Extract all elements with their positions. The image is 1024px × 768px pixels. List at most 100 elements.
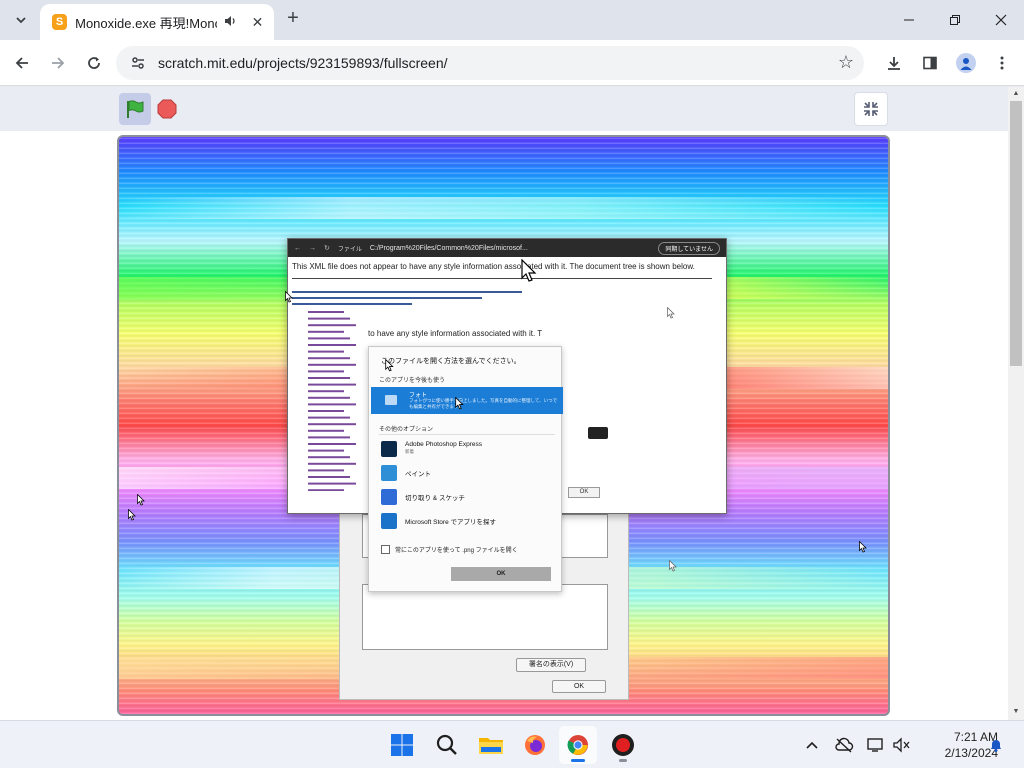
bookmark-star-icon[interactable]: ☆ xyxy=(838,52,854,73)
download-button[interactable] xyxy=(880,49,908,77)
file-explorer-button[interactable] xyxy=(472,726,510,764)
reload-icon[interactable]: ↻ xyxy=(324,244,330,252)
xml-code-line xyxy=(308,377,350,379)
stop-icon xyxy=(157,99,177,119)
app-option-store[interactable]: Microsoft Store でアプリを探す xyxy=(379,511,559,531)
green-flag-button[interactable] xyxy=(119,93,151,125)
project-stage[interactable]: 署名の表示(V) OK ← → ↻ ファイル C:/Program%20File… xyxy=(117,135,890,716)
scroll-down-icon[interactable]: ▼ xyxy=(1012,708,1020,716)
restore-button[interactable] xyxy=(932,0,978,40)
chevron-up-icon[interactable] xyxy=(802,735,822,755)
xml-code-line xyxy=(308,482,356,485)
menu-button[interactable] xyxy=(988,49,1016,77)
close-window-button[interactable] xyxy=(978,0,1024,40)
microsoft-store-icon xyxy=(381,513,397,529)
close-icon xyxy=(995,14,1007,26)
tab-strip: S Monoxide.exe 再現!Monox ✕ + xyxy=(0,0,1024,40)
app-option-photoshop-express[interactable]: Adobe Photoshop Express 新着 xyxy=(379,439,559,459)
always-use-checkbox[interactable] xyxy=(381,545,390,554)
person-icon xyxy=(960,58,972,70)
avatar xyxy=(956,53,976,73)
side-panel-button[interactable] xyxy=(916,49,944,77)
active-indicator xyxy=(571,759,585,762)
display-icon[interactable] xyxy=(866,735,886,755)
app-name: Adobe Photoshop Express xyxy=(405,441,482,448)
selected-app-photos[interactable]: フォト フォトがつに使い勝手が向上しました。写真を自動的に整理して、いつでも編集… xyxy=(371,387,563,414)
app-description: 新着 xyxy=(405,449,414,454)
exit-fullscreen-button[interactable] xyxy=(854,92,888,126)
xml-code-line xyxy=(308,416,350,419)
scratch-fullscreen-page: 署名の表示(V) OK ← → ↻ ファイル C:/Program%20File… xyxy=(0,87,1008,720)
xml-code-line xyxy=(308,317,350,320)
always-use-label: 常にこのアプリを使って .png ファイルを開く xyxy=(395,548,518,554)
cloud-offline-icon[interactable] xyxy=(834,735,854,755)
app-name: Microsoft Store でアプリを探す xyxy=(405,519,497,526)
scrollbar-thumb[interactable] xyxy=(1010,101,1022,366)
xml-code-line xyxy=(308,469,344,472)
forward-button[interactable] xyxy=(44,49,72,77)
xml-code-line xyxy=(308,476,350,478)
speaker-muted-icon[interactable] xyxy=(892,735,912,755)
scroll-up-icon[interactable]: ▲ xyxy=(1012,90,1020,98)
page-scrollbar[interactable]: ▲ ▼ xyxy=(1008,87,1024,720)
xml-notice: This XML file does not appear to have an… xyxy=(292,262,695,271)
app-name: ペイント xyxy=(405,471,431,478)
xml-notice-repeat: to have any style information associated… xyxy=(368,329,543,338)
minimize-button[interactable] xyxy=(886,0,932,40)
tab-close-icon[interactable]: ✕ xyxy=(249,14,266,31)
forward-arrow-icon xyxy=(52,57,65,69)
xml-dark-button[interactable] xyxy=(588,427,608,439)
scratch-favicon-icon: S xyxy=(52,14,68,30)
app-name: 切り取り & スケッチ xyxy=(405,495,465,502)
firefox-icon xyxy=(525,735,545,755)
properties-box xyxy=(362,584,608,650)
divider xyxy=(379,434,555,435)
search-icon xyxy=(436,734,457,755)
xml-code-line xyxy=(308,462,356,465)
xml-code-line xyxy=(308,436,350,439)
profile-button[interactable] xyxy=(952,49,980,77)
forward-arrow-icon[interactable]: → xyxy=(309,245,316,252)
start-button[interactable] xyxy=(383,726,421,764)
notification-bell-icon[interactable] xyxy=(986,735,1006,755)
sync-status-badge[interactable]: 同期していません xyxy=(658,241,720,255)
properties-ok-button[interactable]: OK xyxy=(552,680,606,693)
reload-icon xyxy=(88,57,100,69)
tab-title: Monoxide.exe 再現!Monox xyxy=(75,15,217,31)
speaker-icon[interactable] xyxy=(223,14,237,31)
back-arrow-icon[interactable]: ← xyxy=(294,245,301,252)
address-bar[interactable]: scratch.mit.edu/projects/923159893/fulls… xyxy=(116,46,864,80)
chrome-button[interactable] xyxy=(559,726,597,764)
site-info-icon[interactable] xyxy=(128,53,148,73)
app-option-snip-sketch[interactable]: 切り取り & スケッチ xyxy=(379,487,559,507)
taskbar-search-button[interactable] xyxy=(428,726,466,764)
xml-code-line xyxy=(308,383,356,386)
xml-code-line xyxy=(308,311,344,313)
photoshop-express-icon xyxy=(381,441,397,457)
view-signature-button[interactable]: 署名の表示(V) xyxy=(516,658,586,672)
back-arrow-icon xyxy=(15,57,28,69)
url-text: scratch.mit.edu/projects/923159893/fulls… xyxy=(158,55,448,71)
new-tab-button[interactable]: + xyxy=(282,8,304,30)
xml-browser-toolbar: ← → ↻ ファイル C:/Program%20Files/Common%20F… xyxy=(288,239,726,257)
app-option-paint[interactable]: ペイント xyxy=(379,463,559,483)
back-button[interactable] xyxy=(8,49,36,77)
xml-code-line xyxy=(308,489,344,492)
xml-code-line xyxy=(308,456,350,459)
active-tab[interactable]: S Monoxide.exe 再現!Monox ✕ xyxy=(40,4,274,40)
keep-using-label: このアプリを今後も使う xyxy=(379,378,446,384)
chrome-icon xyxy=(567,735,588,755)
xml-code-line xyxy=(308,443,356,445)
open-with-dialog: このファイルを開く方法を選んでください。 このアプリを今後も使う フォト フォト… xyxy=(368,346,563,592)
windows-start-icon xyxy=(391,734,413,756)
tab-search-button[interactable] xyxy=(8,7,34,33)
reload-button[interactable] xyxy=(80,49,108,77)
dialog-ok-button[interactable]: OK xyxy=(451,567,551,581)
stop-button[interactable] xyxy=(157,99,177,119)
snip-sketch-icon xyxy=(381,489,397,505)
other-options-label: その他のオプション xyxy=(379,427,434,433)
obs-button[interactable] xyxy=(604,726,642,764)
xml-code-line xyxy=(308,410,344,412)
firefox-button[interactable] xyxy=(516,726,554,764)
xml-ok-button[interactable]: OK xyxy=(568,487,600,498)
